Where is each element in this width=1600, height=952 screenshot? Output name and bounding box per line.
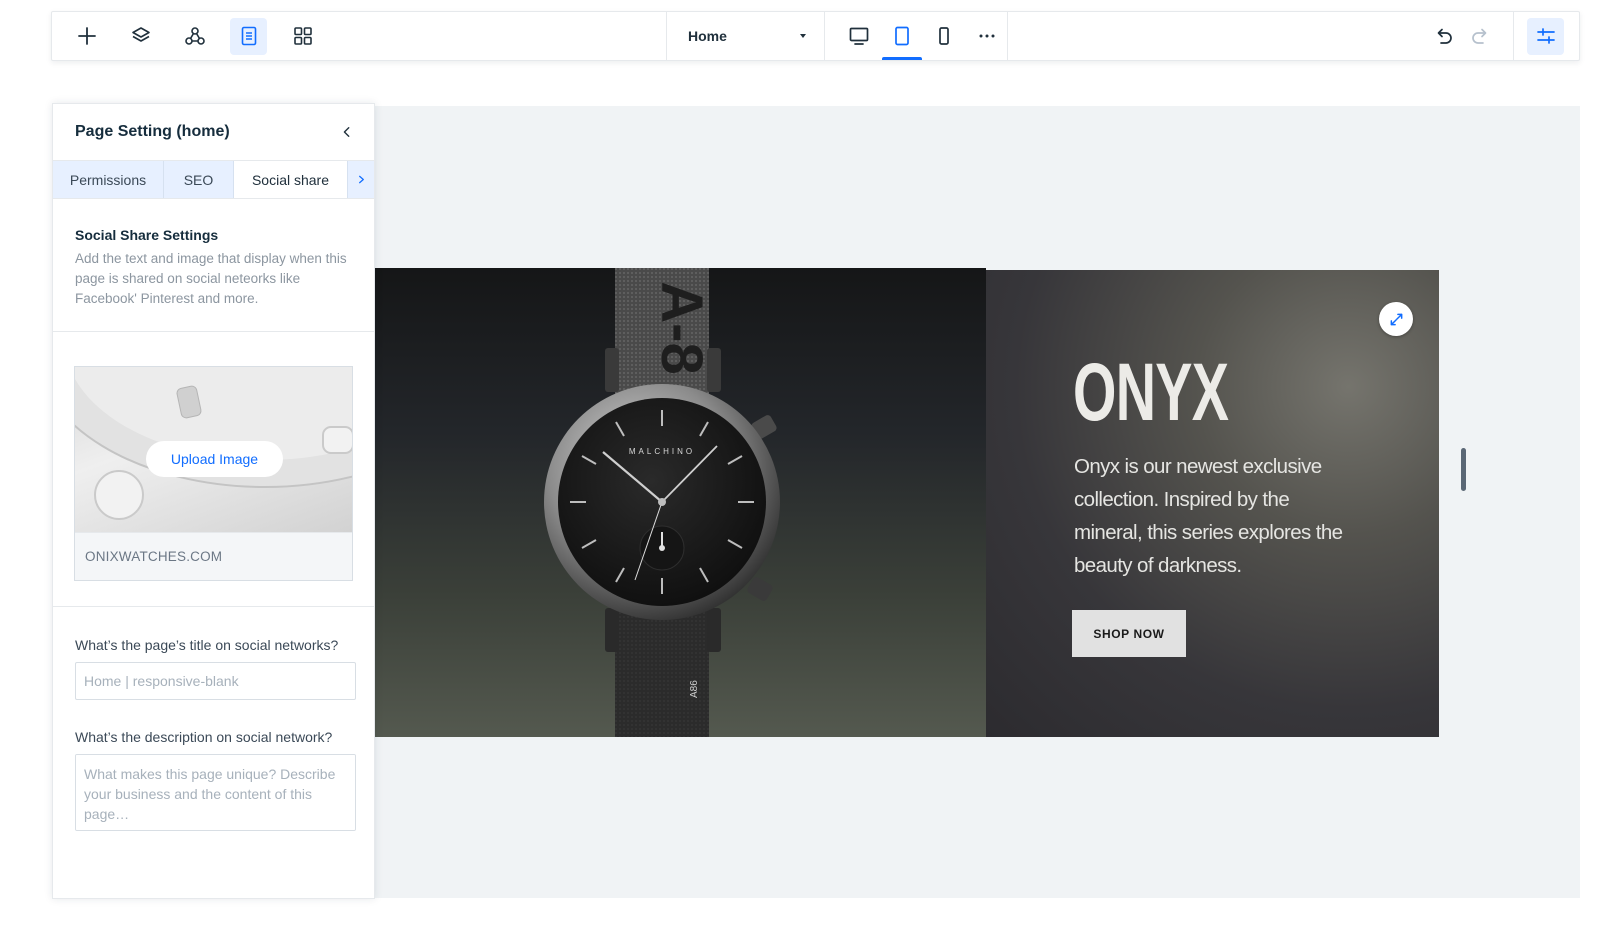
- page-settings-panel: Page Setting (home) Permissions SEO Soci…: [52, 103, 375, 899]
- apps-button[interactable]: [284, 18, 321, 55]
- tools-group: [52, 12, 321, 60]
- chevron-right-icon: [358, 175, 364, 184]
- tabs-next-button[interactable]: [348, 161, 374, 198]
- watch-illustration: A-8 A86 MALCHINO: [544, 268, 780, 737]
- hero-image[interactable]: A-8 A86 MALCHINO: [375, 268, 986, 737]
- chevron-down-icon: [800, 34, 806, 38]
- collapse-panel-button[interactable]: [340, 125, 354, 139]
- add-button[interactable]: [68, 18, 105, 55]
- tab-seo[interactable]: SEO: [164, 161, 234, 198]
- mobile-icon: [939, 27, 950, 45]
- sliders-icon: [1536, 28, 1555, 44]
- redo-button[interactable]: [1469, 25, 1491, 47]
- section-title: Social Share Settings: [75, 227, 219, 243]
- tab-social-share[interactable]: Social share: [234, 161, 348, 198]
- expand-icon: [1390, 313, 1402, 325]
- settings-panel-button[interactable]: [1527, 17, 1564, 55]
- top-toolbar: Home: [51, 11, 1580, 61]
- panel-header: Page Setting (home): [53, 104, 374, 161]
- description-field-label: What’s the description on social network…: [75, 729, 333, 745]
- pages-icon: [241, 26, 256, 46]
- social-description-input[interactable]: [75, 754, 356, 831]
- device-switcher: [825, 12, 1008, 60]
- connect-icon: [184, 27, 205, 45]
- mobile-view-button[interactable]: [925, 12, 965, 60]
- desktop-view-button[interactable]: [839, 12, 879, 60]
- page-selector[interactable]: Home: [666, 12, 825, 60]
- shop-now-button[interactable]: SHOP NOW: [1072, 610, 1186, 657]
- layers-button[interactable]: [122, 18, 159, 55]
- canvas-resize-handle[interactable]: [1461, 448, 1466, 491]
- connect-button[interactable]: [176, 18, 213, 55]
- layers-icon: [131, 27, 150, 42]
- share-preview-image: Upload Image: [75, 367, 352, 532]
- share-form: What’s the page’s title on social networ…: [53, 607, 374, 836]
- title-field-label: What’s the page’s title on social networ…: [75, 637, 339, 653]
- redo-icon: [1472, 28, 1487, 44]
- watch-brand: MALCHINO: [629, 447, 695, 456]
- pages-button[interactable]: [230, 17, 267, 55]
- tablet-view-button[interactable]: [881, 12, 922, 60]
- expand-button[interactable]: [1379, 302, 1413, 336]
- social-share-intro: Social Share Settings Add the text and i…: [53, 199, 374, 332]
- preview-url: ONIXWATCHES.COM: [75, 532, 352, 580]
- apps-grid-icon: [293, 27, 312, 45]
- desktop-icon: [849, 27, 869, 45]
- undo-icon: [1437, 28, 1452, 44]
- panel-title: Page Setting (home): [75, 123, 230, 140]
- tablet-icon: [894, 26, 909, 46]
- history-group: [1433, 12, 1514, 60]
- plus-icon: [77, 27, 96, 45]
- undo-button[interactable]: [1433, 25, 1455, 47]
- share-preview-section: Upload Image ONIXWATCHES.COM: [53, 332, 374, 607]
- social-title-input[interactable]: [75, 662, 356, 700]
- more-button[interactable]: [967, 12, 1007, 60]
- toolbar-right: [1433, 12, 1579, 60]
- hero-title: ONYX: [1073, 347, 1229, 438]
- upload-image-button[interactable]: Upload Image: [146, 441, 283, 477]
- section-description: Add the text and image that display when…: [75, 251, 347, 306]
- page-selector-value: Home: [688, 28, 727, 44]
- strap-text: A-8: [649, 281, 714, 374]
- tab-permissions[interactable]: Permissions: [53, 161, 164, 198]
- chevron-left-icon: [343, 127, 350, 137]
- settings-tabs: Permissions SEO Social share: [53, 161, 374, 199]
- hero-description: Onyx is our newest exclusive collection.…: [1074, 455, 1343, 577]
- strap-code: A86: [689, 680, 700, 698]
- hero-text-block[interactable]: ONYX Onyx is our newest exclusive collec…: [986, 270, 1439, 737]
- more-horizontal-icon: [979, 34, 995, 38]
- share-preview-card: Upload Image ONIXWATCHES.COM: [74, 366, 353, 581]
